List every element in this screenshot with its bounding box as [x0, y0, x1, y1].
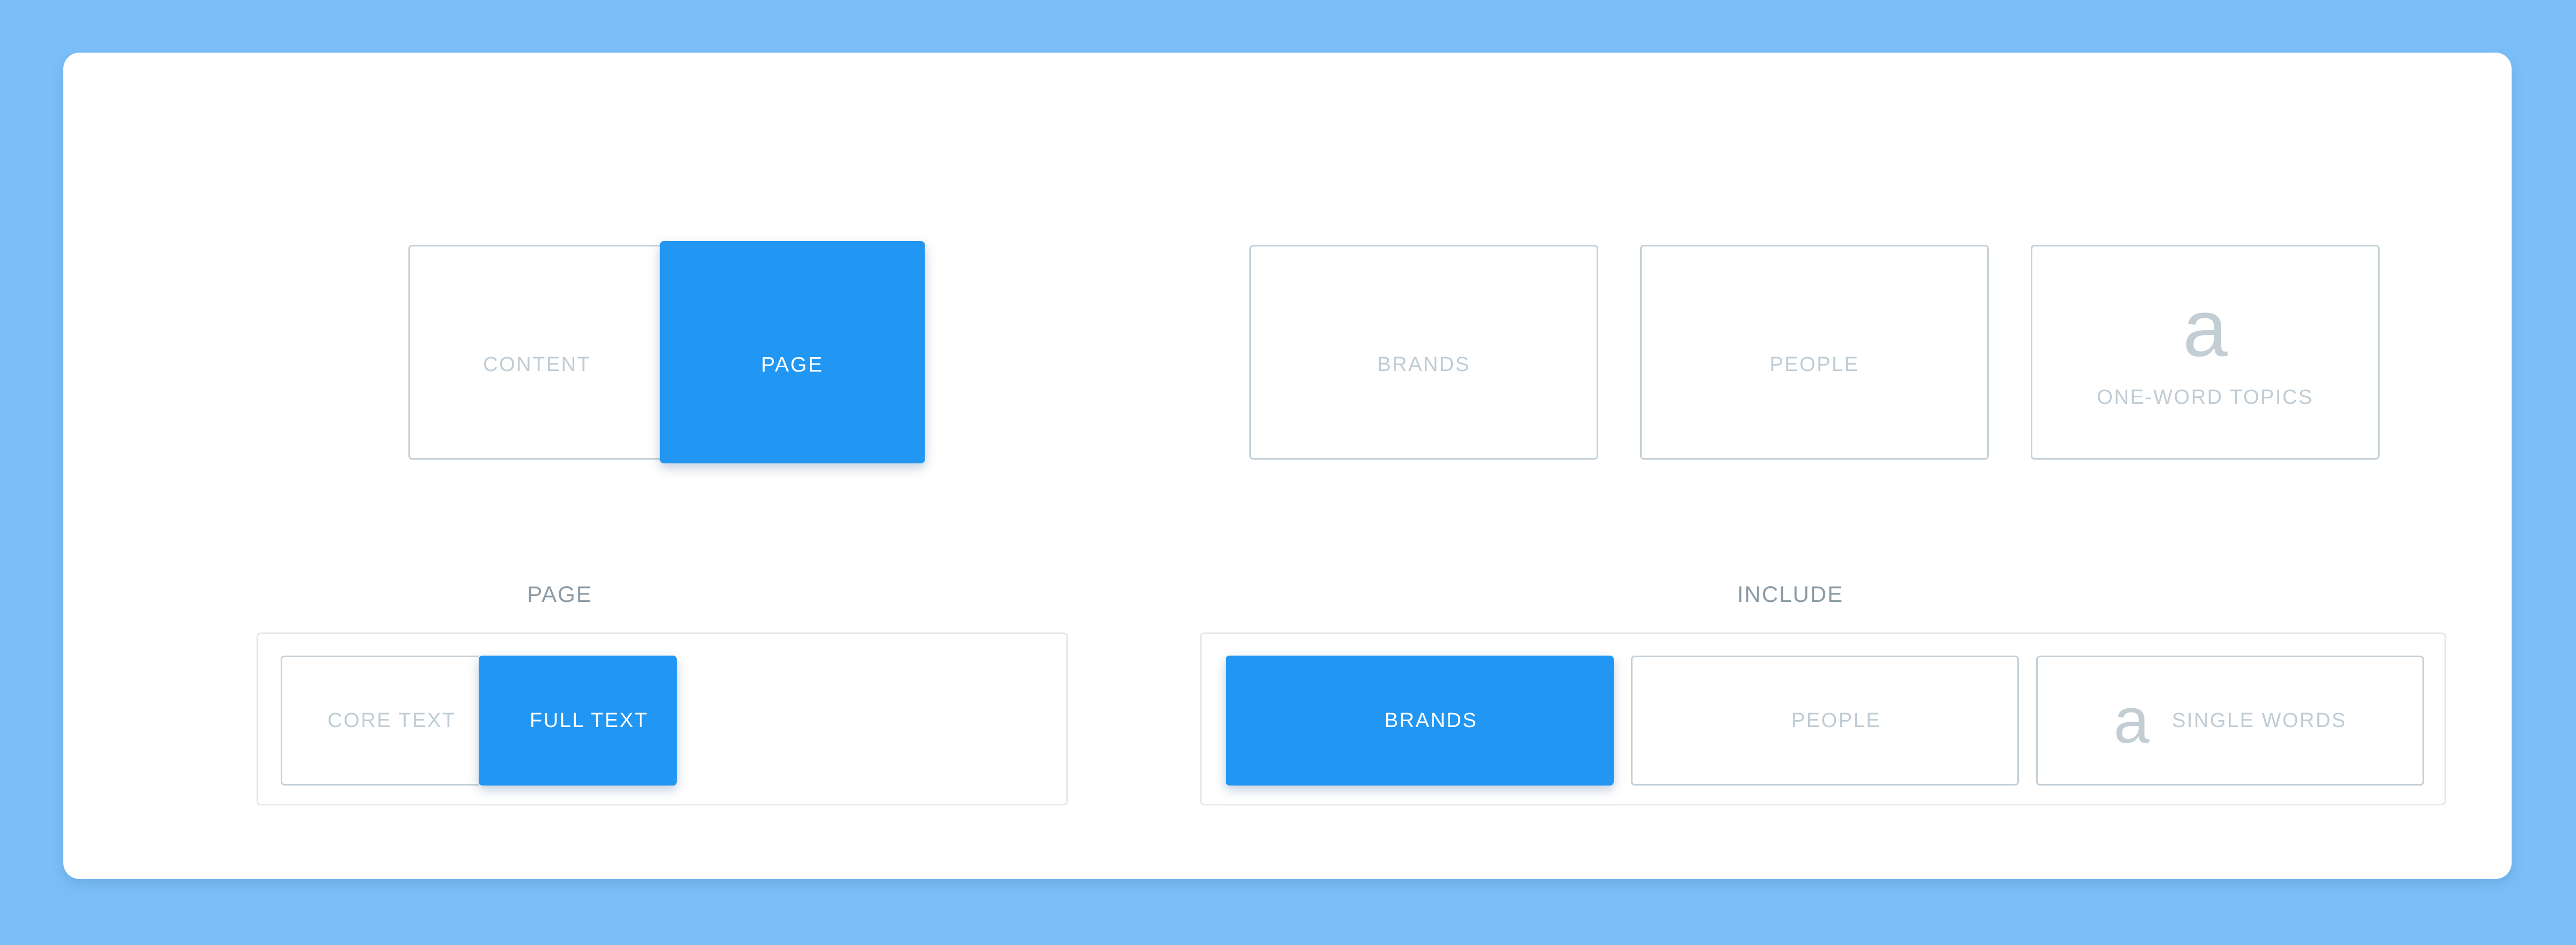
page-section-heading: PAGE	[527, 581, 592, 607]
letter-a-icon: a	[2113, 684, 2150, 757]
scope-toggle-group: CONTENT PAGE	[408, 241, 925, 463]
include-option-row: BRANDS PEOPLE a SINGLE WORDS	[1226, 656, 2424, 786]
letter-a-icon: a	[2183, 283, 2228, 373]
page-option-core-text-label: CORE TEXT	[327, 709, 456, 732]
scope-option-content[interactable]: CONTENT	[408, 245, 664, 460]
entity-card-people-label: PEOPLE	[1769, 353, 1860, 376]
include-section-heading: INCLUDE	[1737, 581, 1844, 607]
page-option-core-text[interactable]: CORE TEXT	[281, 656, 479, 786]
include-option-group: BRANDS PEOPLE a SINGLE WORDS	[1200, 633, 2446, 805]
scope-option-page-label: PAGE	[760, 353, 824, 377]
scope-option-page[interactable]: PAGE	[660, 241, 925, 463]
include-option-brands-label: BRANDS	[1384, 709, 1478, 732]
page-option-full-text[interactable]: FULL TEXT	[479, 656, 677, 786]
include-option-single-words[interactable]: a SINGLE WORDS	[2036, 656, 2424, 786]
include-option-brands[interactable]: BRANDS	[1226, 656, 1614, 786]
include-option-people[interactable]: PEOPLE	[1631, 656, 2019, 786]
page-option-row: CORE TEXT FULL TEXT	[281, 656, 677, 786]
entity-card-brands[interactable]: BRANDS	[1249, 245, 1598, 460]
page-option-group: CORE TEXT FULL TEXT	[257, 633, 1068, 805]
entity-card-one-word-topics-label: ONE-WORD TOPICS	[2097, 386, 2314, 409]
entity-card-row: BRANDS PEOPLE a ONE-WORD TOPICS	[1249, 245, 2382, 460]
entity-card-brands-label: BRANDS	[1377, 353, 1470, 376]
entity-card-one-word-topics[interactable]: a ONE-WORD TOPICS	[2031, 245, 2380, 460]
include-option-single-words-label: SINGLE WORDS	[2172, 709, 2347, 732]
include-option-people-label: PEOPLE	[1791, 709, 1882, 732]
entity-card-people[interactable]: PEOPLE	[1640, 245, 1989, 460]
main-panel: CONTENT PAGE BRANDS PEOPLE a ONE-WORD TO…	[63, 53, 2512, 879]
page-option-full-text-label: FULL TEXT	[530, 709, 648, 732]
scope-option-content-label: CONTENT	[483, 353, 591, 376]
